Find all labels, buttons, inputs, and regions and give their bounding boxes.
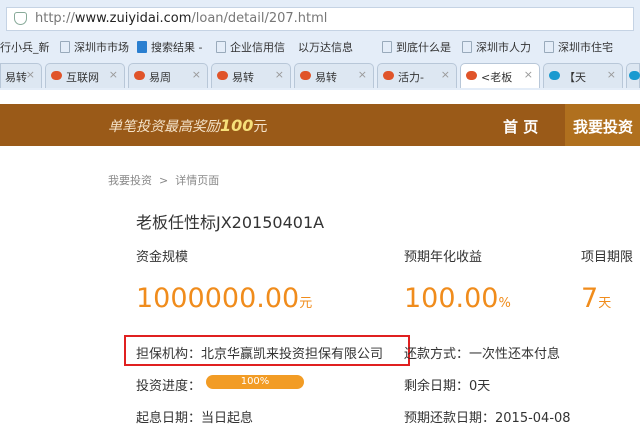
- bookmark[interactable]: 到底什么是: [382, 39, 451, 55]
- close-icon[interactable]: ×: [109, 68, 118, 81]
- shield-icon: [14, 12, 27, 25]
- close-icon[interactable]: ×: [441, 68, 450, 81]
- site-icon: [549, 71, 560, 80]
- close-icon[interactable]: ×: [275, 68, 284, 81]
- bookmark[interactable]: 行小兵_新: [0, 39, 50, 55]
- page-icon: [60, 41, 70, 53]
- bookmark[interactable]: 企业信用信: [216, 39, 285, 55]
- close-icon[interactable]: ×: [192, 68, 201, 81]
- rate-value: 100.00%: [404, 283, 511, 314]
- browser-tab[interactable]: 易转 ×: [211, 63, 291, 88]
- browser-tab[interactable]: 易转 ×: [294, 63, 374, 88]
- term-value: 7天: [581, 283, 612, 314]
- rate-label: 预期年化收益: [404, 250, 483, 265]
- site-icon: [51, 71, 62, 80]
- site-icon: [134, 71, 145, 80]
- browser-tab[interactable]: 【天 ×: [543, 63, 623, 88]
- close-icon[interactable]: ×: [26, 68, 35, 81]
- close-icon[interactable]: ×: [358, 68, 367, 81]
- nav-invest[interactable]: 我要投资: [565, 104, 640, 146]
- remaining-days: 剩余日期：0天: [404, 379, 491, 394]
- close-icon[interactable]: ×: [607, 68, 616, 81]
- bookmark[interactable]: 深圳市市场: [60, 39, 129, 55]
- page-icon: [382, 41, 392, 53]
- start-date: 起息日期：当日起息: [136, 411, 254, 426]
- progress-bar: 100%: [206, 375, 304, 389]
- progress-label: 投资进度：: [136, 379, 202, 394]
- breadcrumb-current: 详情页面: [175, 174, 220, 187]
- term-label: 项目期限: [581, 250, 634, 265]
- browser-tab[interactable]: 易转 ×: [0, 63, 42, 88]
- bookmark[interactable]: 以万达信息: [298, 39, 353, 55]
- browser-tab[interactable]: [626, 63, 640, 88]
- page-icon: [216, 41, 226, 53]
- loan-title: 老板任性标JX20150401A: [136, 213, 325, 232]
- site-icon: [629, 71, 640, 80]
- bookmark[interactable]: 深圳市人力: [462, 39, 531, 55]
- site-icon: [466, 71, 477, 80]
- url-prefix: http://: [35, 11, 75, 26]
- page-icon: [544, 41, 554, 53]
- breadcrumb: 我要投资 > 详情页面: [108, 174, 220, 187]
- browser-tab-active[interactable]: <老板 ×: [460, 63, 540, 88]
- browser-tab[interactable]: 活力- ×: [377, 63, 457, 88]
- page-icon: [462, 41, 472, 53]
- site-icon: [217, 71, 228, 80]
- url-path: /loan/detail/207.html: [191, 11, 328, 26]
- address-bar[interactable]: http://www.zuiyidai.com/loan/detail/207.…: [6, 7, 634, 31]
- site-icon: [383, 71, 394, 80]
- browser-tab[interactable]: 互联网 ×: [45, 63, 125, 88]
- site-nav-bar: [0, 104, 640, 146]
- due-date: 预期还款日期：2015-04-08: [404, 411, 571, 426]
- site-icon: [300, 71, 311, 80]
- amount-value: 1000000.00元: [136, 283, 313, 314]
- url-host: www.zuiyidai.com: [74, 11, 192, 26]
- bookmark[interactable]: 搜索结果 -: [137, 39, 202, 55]
- repay-method: 还款方式：一次性还本付息: [404, 347, 561, 362]
- page-icon: [137, 41, 147, 53]
- bookmark[interactable]: 深圳市住宅: [544, 39, 613, 55]
- breadcrumb-link[interactable]: 我要投资: [108, 174, 152, 187]
- nav-home[interactable]: 首 页: [503, 116, 538, 137]
- browser-tab[interactable]: 易周 ×: [128, 63, 208, 88]
- guarantor: 担保机构：北京华赢凯来投资担保有限公司: [136, 347, 384, 362]
- close-icon[interactable]: ×: [524, 68, 533, 81]
- amount-label: 资金规模: [136, 250, 189, 265]
- promo-banner: 单笔投资最高奖励100元: [108, 116, 268, 135]
